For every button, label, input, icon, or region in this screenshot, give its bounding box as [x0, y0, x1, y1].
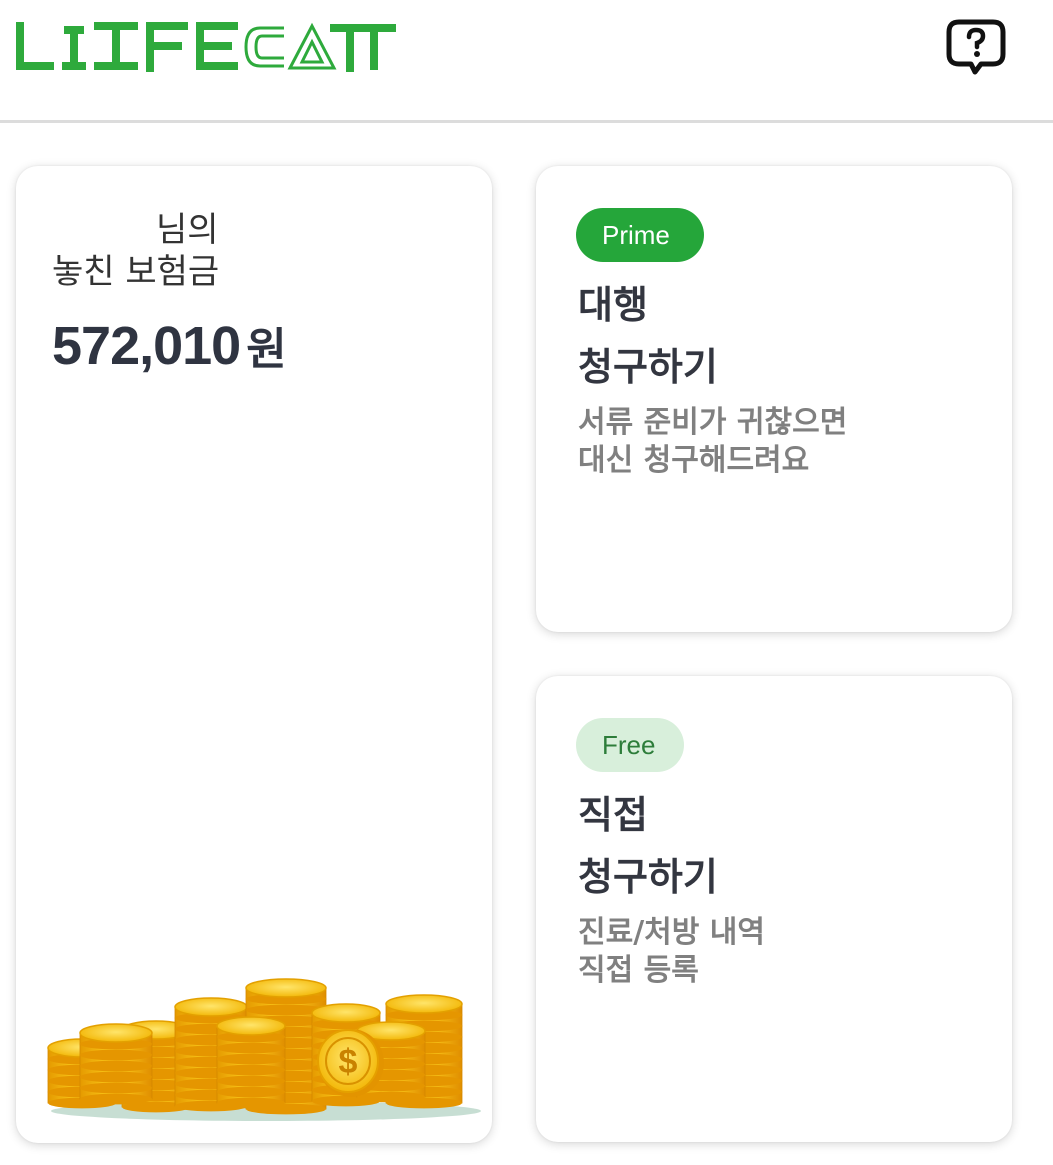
- prime-card-title: 대행 청구하기: [578, 274, 718, 398]
- prime-title-line1: 대행: [578, 283, 648, 327]
- free-title-line2: 청구하기: [578, 855, 718, 899]
- free-card-description: 진료/처방 내역 직접 등록: [578, 914, 765, 990]
- missed-amount: 572,010 원: [52, 316, 287, 380]
- app-header: [0, 0, 1053, 123]
- prime-desc-line1: 서류 준비가 귀찮으면: [578, 405, 848, 440]
- free-badge: Free: [576, 718, 684, 772]
- question-bubble-icon[interactable]: [945, 16, 1007, 76]
- prime-claim-card[interactable]: Prime 대행 청구하기 서류 준비가 귀찮으면 대신 청구해드려요: [536, 166, 1012, 632]
- amount-value: 572,010: [52, 316, 241, 376]
- dollar-coin-icon: $: [317, 1029, 384, 1097]
- user-name-suffix: 님의: [156, 210, 219, 250]
- prime-title-line2: 청구하기: [578, 345, 718, 389]
- free-card-title: 직접 청구하기: [578, 784, 718, 908]
- amount-unit: 원: [246, 324, 286, 375]
- missed-insurance-card: 님의 놓친 보험금 572,010 원 $: [16, 166, 492, 1143]
- free-claim-card[interactable]: Free 직접 청구하기 진료/처방 내역 직접 등록: [536, 676, 1012, 1142]
- prime-card-description: 서류 준비가 귀찮으면 대신 청구해드려요: [578, 404, 847, 480]
- free-title-line1: 직접: [578, 793, 648, 837]
- coin-stack-icon: $: [47, 978, 481, 1121]
- lifecatch-logo[interactable]: [14, 22, 396, 72]
- main-content: 님의 놓친 보험금 572,010 원 $ Prime 대행 청구하기 서류 준…: [0, 123, 1053, 1165]
- prime-badge: Prime: [576, 208, 704, 262]
- svg-text:$: $: [339, 1043, 358, 1081]
- prime-desc-line2: 대신 청구해드려요: [578, 443, 810, 478]
- free-desc-line1: 진료/처방 내역: [578, 915, 766, 950]
- free-desc-line2: 직접 등록: [578, 953, 699, 988]
- missed-insurance-label: 놓친 보험금: [52, 252, 220, 292]
